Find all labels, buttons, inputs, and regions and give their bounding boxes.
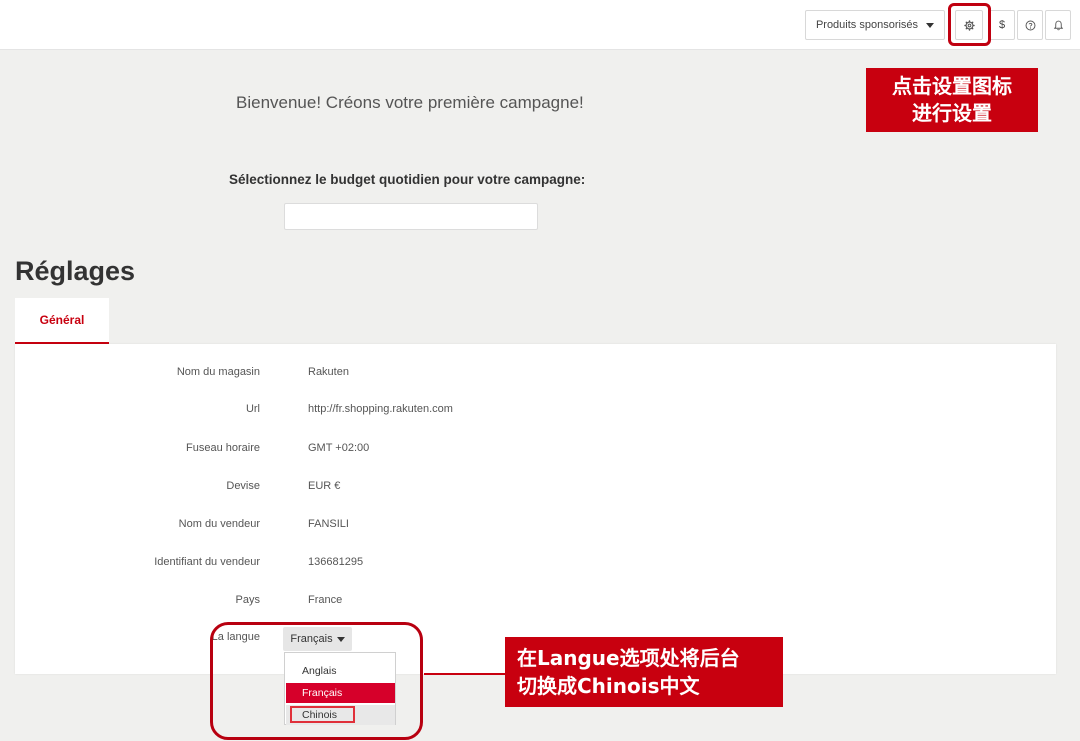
seller-id-label: Identifiant du vendeur (154, 556, 260, 568)
store-name-value: Rakuten (308, 366, 349, 378)
tab-general[interactable]: Général (15, 298, 109, 344)
timezone-value: GMT +02:00 (308, 442, 370, 454)
help-button[interactable] (1017, 10, 1043, 40)
currency-label: Devise (226, 480, 260, 492)
language-highlight-box (210, 622, 423, 740)
country-value: France (308, 594, 343, 606)
settings-instruction-line2: 进行设置 (912, 101, 992, 125)
settings-instruction-callout: 点击设置图标 进行设置 (866, 68, 1038, 132)
timezone-label: Fuseau horaire (186, 442, 260, 454)
billing-button[interactable]: $ (989, 10, 1015, 40)
help-circle-icon (1025, 20, 1035, 30)
language-instruction-line2: 切换成Chinois中文 (517, 674, 700, 698)
store-name-label: Nom du magasin (176, 366, 260, 378)
budget-input[interactable] (284, 203, 538, 230)
dollar-icon: $ (998, 19, 1006, 31)
country-label: Pays (235, 594, 260, 606)
url-value: http://fr.shopping.rakuten.com (308, 403, 453, 415)
seller-id-value: 136681295 (308, 556, 364, 568)
sponsored-products-dropdown[interactable]: Produits sponsorisés (805, 10, 945, 40)
notifications-button[interactable] (1045, 10, 1071, 40)
seller-name-label: Nom du vendeur (178, 518, 260, 530)
settings-highlight-box (948, 3, 991, 46)
sponsored-products-label: Produits sponsorisés (815, 19, 919, 31)
top-bar: Produits sponsorisés $ (0, 0, 1080, 50)
bell-icon (1053, 20, 1063, 30)
settings-instruction-line1: 点击设置图标 (892, 74, 1012, 98)
budget-label: Sélectionnez le budget quotidien pour vo… (229, 172, 586, 187)
language-instruction-callout: 在Langue选项处将后台 切换成Chinois中文 (505, 637, 783, 707)
currency-value: EUR € (308, 480, 341, 492)
caret-down-icon (926, 22, 935, 28)
language-instruction-line1: 在Langue选项处将后台 (517, 646, 740, 670)
settings-panel: Nom du magasin Rakuten Url http://fr.sho… (15, 344, 1056, 674)
welcome-heading: Bienvenue! Créons votre première campagn… (236, 93, 584, 112)
settings-title: Réglages (15, 256, 136, 286)
callout-connector-line (424, 673, 506, 675)
url-label: Url (245, 403, 260, 415)
seller-name-value: FANSILI (308, 518, 349, 530)
